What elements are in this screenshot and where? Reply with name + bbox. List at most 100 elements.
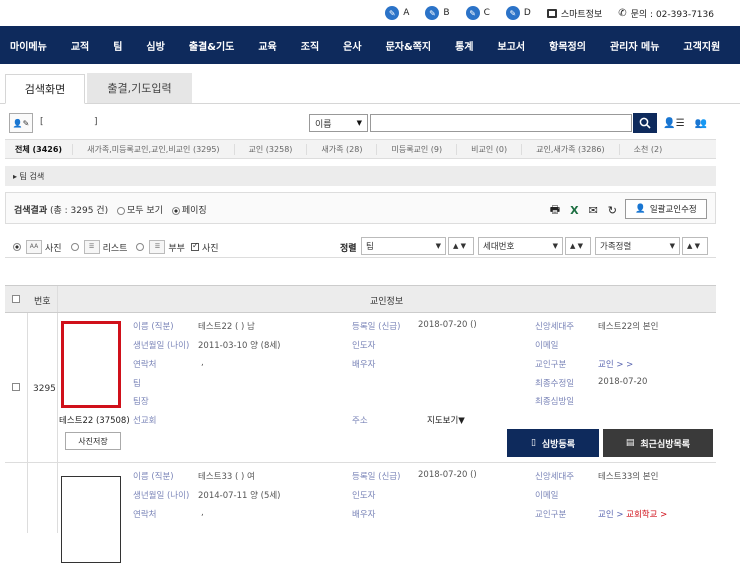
nav-attendance-prayer[interactable]: 출결&기도 (189, 38, 235, 53)
search-button[interactable] (633, 113, 657, 133)
show-photo-checkbox[interactable] (190, 241, 199, 251)
show-all-radio[interactable] (116, 206, 125, 215)
nav-statistics[interactable]: 통계 (455, 38, 473, 53)
nav-customer-support[interactable]: 고객지원 (683, 38, 720, 53)
photo-save-button[interactable]: 사진저장 (65, 432, 121, 450)
recent-visits-button[interactable]: ▤ 최근심방목록 (603, 429, 713, 457)
label-email: 이메일 (535, 491, 559, 501)
result-count: (총 : 3295 건) (50, 206, 109, 216)
map-view-toggle[interactable]: 지도보기▼ (427, 414, 465, 426)
result-label: 검색결과 (14, 206, 48, 216)
value-regdate: 2018-07-20 () (418, 320, 477, 330)
nav-messages[interactable]: 문자&쪽지 (386, 38, 432, 53)
quick-link-c[interactable]: ✎ C (465, 6, 490, 20)
value-head: 테스트22의 본인 (598, 322, 659, 332)
caret-down-icon: ▼ (435, 242, 441, 250)
column-divider (27, 463, 28, 533)
value-birth: 2011-03-10 양 (8세) (198, 341, 281, 351)
user-edit-icon: 👤 (635, 204, 646, 214)
nav-membership[interactable]: 교적 (71, 38, 89, 53)
category-nonmember[interactable]: 비교인 (0) (457, 143, 523, 155)
label-head: 신앙세대주 (535, 322, 575, 332)
search-field-select[interactable]: 이름 ▼ (309, 114, 368, 132)
category-member-newcomer[interactable]: 교인,새가족 (3286) (522, 143, 620, 155)
category-member[interactable]: 교인 (3258) (235, 143, 308, 155)
sort-order-3[interactable]: ▲ ▼ (682, 237, 708, 255)
sort-select-3[interactable]: 가족정렬 ▼ (595, 237, 680, 255)
column-divider (57, 286, 58, 312)
caret-down-icon: ▼ (356, 119, 362, 127)
list-view-label: 리스트 (102, 243, 128, 254)
refresh-icon[interactable]: ↻ (608, 204, 617, 217)
sort-select-1[interactable]: 팀 ▼ (361, 237, 446, 255)
nav-visitation[interactable]: 심방 (146, 38, 164, 53)
header-member-info: 교인정보 (370, 297, 404, 307)
paging-radio[interactable] (171, 206, 180, 215)
category-newcomer-unregistered-member-nonmember[interactable]: 새가족,미등록교인,교인,비교인 (3295) (73, 143, 235, 155)
label-last-modified: 최종수정일 (535, 379, 575, 389)
photo-view-label: 사진 (45, 243, 62, 254)
table-row: 이름 (직분) 테스트33 ( ) 여 생년월일 (나이) 2014-07-11… (5, 463, 716, 563)
member-photo[interactable] (61, 321, 121, 408)
nav-organization[interactable]: 조직 (301, 38, 319, 53)
nav-gifts[interactable]: 은사 (343, 38, 361, 53)
nav-admin-menu[interactable]: 관리자 메뉴 (610, 38, 659, 53)
team-search-toggle[interactable]: ▸ 팀 검색 (5, 166, 716, 186)
nav-my-menu[interactable]: 마이메뉴 (10, 38, 47, 53)
category-all[interactable]: 전체 (3426) (5, 143, 74, 155)
smartphone-info-link[interactable]: 스마트정보 (546, 7, 602, 20)
quick-link-b[interactable]: ✎ B (425, 6, 450, 20)
value-name: 테스트33 ( ) 여 (198, 472, 255, 482)
nav-education[interactable]: 교육 (258, 38, 276, 53)
label-name: 이름 (직분) (133, 322, 174, 332)
photo-view-radio[interactable] (13, 243, 21, 251)
search-input[interactable] (370, 114, 632, 132)
couple-view-radio[interactable] (136, 243, 145, 251)
value-contact: , (201, 358, 204, 368)
member-select-button[interactable]: 👤✎ (9, 113, 33, 133)
main-nav: 마이메뉴 교적 팀 심방 출결&기도 교육 조직 은사 문자&쪽지 통계 보고서… (0, 26, 740, 64)
label-birth: 생년월일 (나이) (133, 341, 190, 351)
row-checkbox[interactable] (12, 383, 20, 391)
quick-link-d[interactable]: ✎ D (505, 6, 531, 20)
category-deceased[interactable]: 소천 (2) (620, 144, 677, 155)
excel-icon[interactable]: X (570, 204, 578, 217)
row-number: 3295 (33, 384, 56, 394)
label-head: 신앙세대주 (535, 472, 575, 482)
nav-reports[interactable]: 보고서 (498, 38, 526, 53)
user-list-icon: 👤☰ (663, 117, 685, 129)
export-actions: 🖶 X ✉ ↻ (550, 201, 617, 220)
category-unregistered[interactable]: 미등록교인 (9) (377, 143, 458, 155)
nav-team[interactable]: 팀 (113, 38, 122, 53)
tab-attendance-input[interactable]: 출결,기도입력 (87, 73, 192, 103)
mail-icon[interactable]: ✉ (589, 204, 598, 217)
member-list-button[interactable]: 👤☰ (662, 113, 686, 133)
label-team: 팀 (133, 379, 141, 389)
sort-order-1[interactable]: ▲ ▼ (448, 237, 474, 255)
label-guide: 인도자 (352, 341, 376, 351)
view-options-row: AA 사진 ☰ 리스트 ☰ 부부 사진 정렬 팀▼ ▲ ▼ 세대번호▼ ▲ ▼ … (5, 236, 716, 258)
couple-view-label: 부부 (168, 243, 185, 254)
quick-link-a[interactable]: ✎ A (385, 6, 409, 20)
mouse-icon: ▯ (530, 438, 536, 448)
select-all-checkbox[interactable] (12, 295, 20, 303)
print-icon[interactable]: 🖶 (550, 201, 560, 220)
value-regdate: 2018-07-20 () (418, 470, 477, 480)
label-type: 교인구분 (535, 360, 567, 370)
list-view-radio[interactable] (70, 243, 79, 251)
category-newcomer[interactable]: 새가족 (28) (307, 143, 378, 155)
category-filter-bar: 전체 (3426) 새가족,미등록교인,교인,비교인 (3295) 교인 (32… (5, 139, 716, 159)
label-team-lead: 팀장 (133, 397, 149, 407)
bulk-member-edit-button[interactable]: 👤 일괄교인수정 (625, 199, 707, 219)
member-photo[interactable] (61, 476, 121, 563)
sort-order-2[interactable]: ▲ ▼ (565, 237, 591, 255)
sort-select-2[interactable]: 세대번호 ▼ (478, 237, 563, 255)
nav-field-definitions[interactable]: 항목정의 (549, 38, 586, 53)
group-button[interactable]: 👥 (689, 113, 713, 133)
phone-icon: ✆ (618, 7, 627, 19)
table-row: 3295 테스트22 (37508) 사진저장 이름 (직분) 테스트22 ( … (5, 313, 716, 463)
visit-register-button[interactable]: ▯ 심방등록 (507, 429, 599, 457)
label-contact: 연락처 (133, 360, 157, 370)
list-icon: ☰ (83, 240, 100, 254)
tab-search[interactable]: 검색화면 (5, 74, 85, 104)
